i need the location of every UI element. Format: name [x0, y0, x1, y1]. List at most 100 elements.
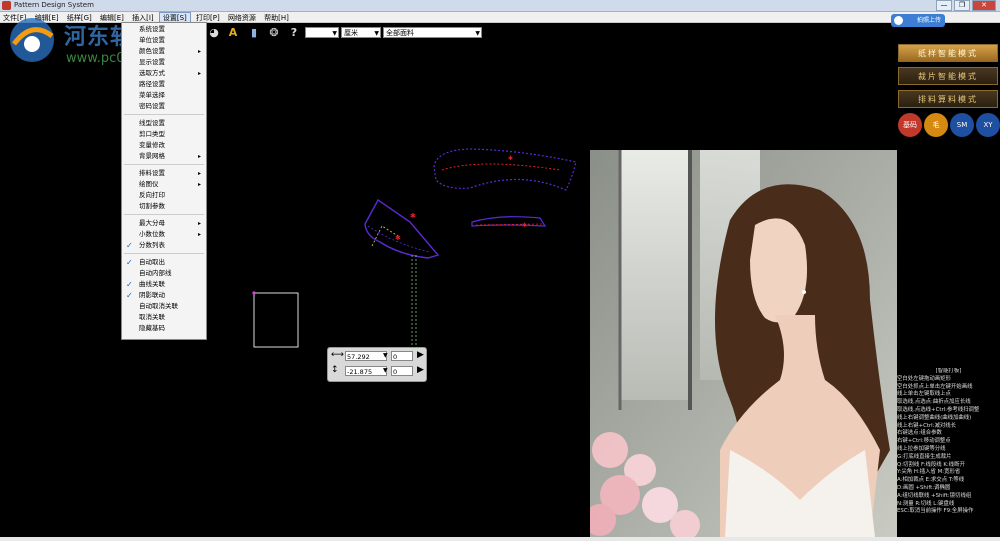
marker-mode-button[interactable]: 排料算料模式 — [898, 90, 998, 108]
maximize-button[interactable]: ❐ — [954, 0, 970, 11]
menu-item-line-type[interactable]: 线型设置 — [122, 118, 206, 129]
x-extra-input[interactable]: 0 — [391, 351, 413, 361]
menu-item-auto-inner-line[interactable]: 自动内部线 — [122, 268, 206, 279]
text-icon[interactable]: A — [227, 27, 239, 39]
menu-item-fraction-list[interactable]: ✓ 分数列表 — [122, 240, 206, 251]
menu-item-plotter[interactable]: 绘图仪 ▸ — [122, 179, 206, 190]
menu-item-reverse-print[interactable]: 反向打印 — [122, 190, 206, 201]
menu-help[interactable]: 帮助[H] — [261, 13, 292, 23]
hint-line: Y:尖角 H:插入省 M:宽形省 — [897, 469, 961, 476]
submenu-arrow-icon: ▸ — [197, 70, 201, 77]
upload-button[interactable]: 拍照上传 — [891, 14, 945, 27]
chevron-down-icon: ▼ — [374, 30, 379, 37]
coordinate-panel: ⟷ 57.292 ▼ 0 ▶ ↕ -21.875 ▼ 0 ▶ — [327, 347, 427, 382]
upload-button-label: 拍照上传 — [916, 17, 941, 24]
palette-icon[interactable]: ◕ — [208, 27, 220, 39]
grainline-mark-4: ✱ — [410, 212, 416, 220]
chevron-down-icon: ▼ — [475, 30, 480, 37]
xy-button[interactable]: XY — [976, 113, 1000, 137]
menu-item-shadow-link[interactable]: ✓ 阴影联动 — [122, 290, 206, 301]
submenu-arrow-icon: ▸ — [197, 231, 201, 238]
menu-separator — [124, 164, 204, 165]
window-title: Pattern Design System — [14, 1, 94, 9]
hint-line: D:画圆 +Shift:调椭圆 — [897, 484, 951, 491]
pattern-smart-mode-button[interactable]: 纸样智能模式 — [898, 44, 998, 62]
drawing-canvas[interactable]: ✱ ✱ ✱ ✱ — [0, 43, 590, 537]
hint-line: A:组切线联线 +Shift:镜切线组 — [897, 492, 972, 499]
menu-separator — [124, 214, 204, 215]
menu-item-hide-base-size[interactable]: 隐藏基码 — [122, 323, 206, 334]
chevron-down-icon[interactable]: ▼ — [383, 352, 388, 359]
window-controls: — ❐ ✕ — [936, 0, 996, 11]
menu-item-variable-edit[interactable]: 变量修改 — [122, 140, 206, 151]
apply-x-icon[interactable]: ▶ — [417, 350, 424, 360]
close-button[interactable]: ✕ — [972, 0, 996, 11]
unit-select-value: 厘米 — [344, 29, 358, 37]
base-size-button[interactable]: 基码 — [898, 113, 922, 137]
checkmark-icon: ✓ — [126, 258, 133, 267]
y-value-input[interactable]: -21.875 — [345, 366, 387, 376]
x-value-input[interactable]: 57.292 — [345, 351, 387, 361]
submenu-arrow-icon: ▸ — [197, 220, 201, 227]
menu-item-cut-params[interactable]: 切割参数 — [122, 201, 206, 212]
cloud-icon — [894, 16, 903, 25]
chevron-down-icon[interactable]: ▼ — [383, 367, 388, 374]
pattern-piece-sleeve — [364, 198, 440, 259]
film-reel-icon[interactable]: ❂ — [268, 27, 280, 39]
menu-item-unlink[interactable]: 取消关联 — [122, 312, 206, 323]
anchor-point — [252, 291, 256, 295]
advertisement-photo — [590, 150, 897, 537]
chevron-down-icon: ▼ — [332, 30, 337, 37]
y-extra-input[interactable]: 0 — [391, 366, 413, 376]
hint-line: G:打底线直接生成裁片 — [897, 453, 952, 460]
menu-network[interactable]: 网络资源 — [225, 13, 259, 23]
menu-item-auto-extract[interactable]: ✓ 自动取出 — [122, 257, 206, 268]
menu-item-notch-type[interactable]: 剪口类型 — [122, 129, 206, 140]
fabric-select-value: 全部面料 — [386, 29, 414, 37]
help-icon[interactable]: ? — [288, 27, 300, 39]
menu-item-curve-link[interactable]: ✓ 曲线关联 — [122, 279, 206, 290]
hint-line: 右键+Ctrl:移动调整点 — [897, 438, 951, 445]
menu-item-auto-unlink[interactable]: 自动取消关联 — [122, 301, 206, 312]
menu-item-unit-settings[interactable]: 单位设置 — [122, 35, 206, 46]
menu-item-max-denominator[interactable]: 最大分母 ▸ — [122, 218, 206, 229]
pattern-piece-band-seam — [475, 223, 543, 226]
vertical-arrows-icon: ↕ — [331, 365, 339, 375]
submenu-arrow-icon: ▸ — [197, 181, 201, 188]
fabric-select[interactable]: 全部面料 ▼ — [383, 27, 482, 38]
submenu-arrow-icon: ▸ — [197, 170, 201, 177]
minimize-button[interactable]: — — [936, 0, 952, 11]
menu-item-color-settings[interactable]: 颜色设置 ▸ — [122, 46, 206, 57]
hint-line: ESC:取消当前操作 F9:全屏操作 — [897, 508, 974, 515]
title-bar: Pattern Design System — ❐ ✕ — [0, 0, 1000, 12]
menu-separator — [124, 253, 204, 254]
menu-item-marker-settings[interactable]: 排料设置 ▸ — [122, 168, 206, 179]
menu-item-display-settings[interactable]: 显示设置 — [122, 57, 206, 68]
coordinate-row-y: ↕ -21.875 ▼ 0 ▶ — [331, 365, 424, 378]
seam-allowance-button[interactable]: 毛 — [924, 113, 948, 137]
unit-select[interactable]: 厘米 ▼ — [341, 27, 381, 38]
hint-panel: [智能打板] 空白处左键拖动画矩形 空白处抓点上单击左键开始画线 线上单击左键取… — [897, 368, 1000, 534]
grainline-mark-2: ✱ — [522, 222, 527, 229]
pattern-piece-arc-inner — [441, 163, 561, 171]
cutting-smart-mode-button[interactable]: 裁片智能模式 — [898, 67, 998, 85]
menu-item-select-mode[interactable]: 选取方式 ▸ — [122, 68, 206, 79]
menu-item-system-settings[interactable]: 系统设置 — [122, 24, 206, 35]
hint-title: [智能打板] — [935, 368, 962, 374]
menu-item-background-grid[interactable]: 背景网格 ▸ — [122, 151, 206, 162]
grainline-mark-3: ✱ — [395, 234, 401, 242]
color-select[interactable]: ▼ — [305, 27, 339, 38]
sm-button[interactable]: SM — [950, 113, 974, 137]
hint-line: 线上右键调整曲线(曲线加曲线) — [897, 414, 972, 421]
menu-item-password-settings[interactable]: 密码设置 — [122, 101, 206, 112]
apply-y-icon[interactable]: ▶ — [417, 365, 424, 375]
hint-line: 线上拉参加键等分线 — [897, 445, 946, 452]
menu-item-decimal-places[interactable]: 小数位数 ▸ — [122, 229, 206, 240]
menu-item-path-settings[interactable]: 路径设置 — [122, 79, 206, 90]
menu-item-menu-select[interactable]: 菜单选择 — [122, 90, 206, 101]
hint-line: 空白处左键拖动画矩形 — [897, 375, 951, 382]
rectangle-piece — [253, 292, 299, 348]
ruler-icon[interactable]: ▮ — [248, 27, 260, 39]
hint-line: A:相加裁点 E:求交点 T:等线 — [897, 477, 965, 484]
horizontal-arrows-icon: ⟷ — [331, 350, 344, 360]
